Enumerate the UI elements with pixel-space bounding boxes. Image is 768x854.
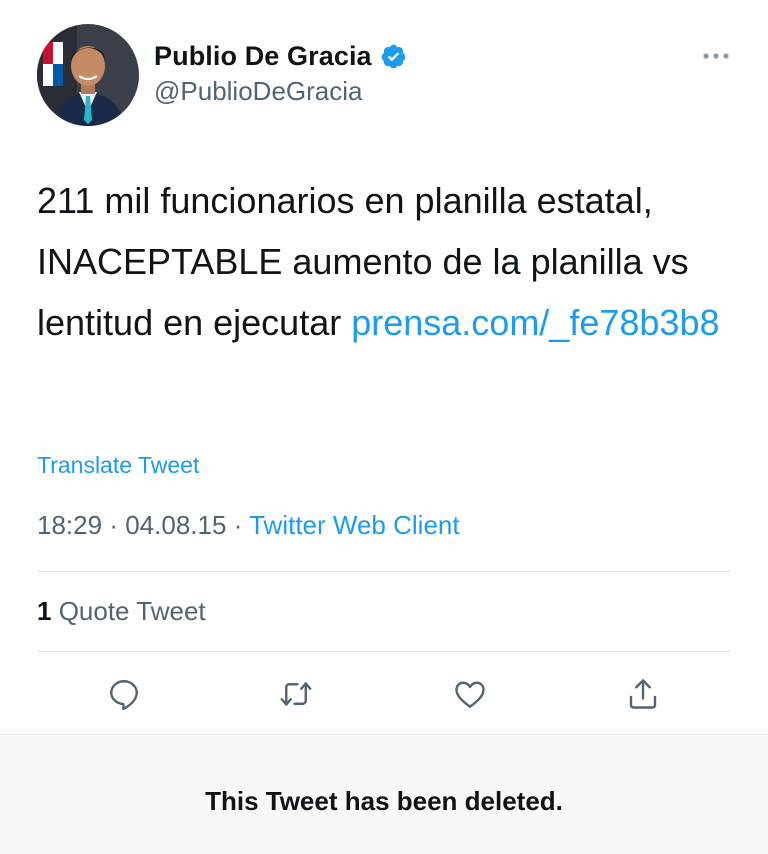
like-icon	[455, 681, 485, 708]
tweet-text: 211 mil funcionarios en planilla estatal…	[37, 170, 737, 353]
tweet-date[interactable]: 04.08.15	[125, 510, 226, 540]
verified-badge-icon	[380, 43, 407, 70]
tweet-source-link[interactable]: Twitter Web Client	[249, 510, 459, 540]
tweet-time[interactable]: 18:29	[37, 510, 102, 540]
author-handle[interactable]: @PublioDeGracia	[154, 76, 362, 107]
meta-separator: ·	[109, 510, 118, 540]
quote-tweets-stat[interactable]: 1 Quote Tweet	[37, 596, 206, 627]
retweet-icon	[280, 682, 312, 706]
avatar-image	[37, 24, 139, 126]
meta-separator: ·	[233, 510, 243, 540]
share-button[interactable]	[623, 674, 663, 714]
share-icon	[629, 679, 657, 709]
tweet-card: Publio De Gracia @PublioDeGracia 211 mil…	[0, 0, 768, 734]
reply-button[interactable]	[104, 674, 144, 714]
like-button[interactable]	[450, 674, 490, 714]
deleted-tweet-text: This Tweet has been deleted.	[205, 786, 563, 816]
tweet-meta: 18:29 · 04.08.15 · Twitter Web Client	[37, 510, 460, 541]
tweet-link[interactable]: prensa.com/_fe78b3b8	[351, 302, 719, 343]
quote-label: Quote Tweet	[51, 596, 206, 626]
avatar[interactable]	[37, 24, 139, 126]
reply-icon	[110, 680, 138, 711]
more-options-button[interactable]	[696, 44, 736, 68]
author-name-row[interactable]: Publio De Gracia	[154, 38, 407, 74]
translate-tweet-link[interactable]: Translate Tweet	[37, 452, 199, 479]
divider	[37, 571, 731, 572]
author-display-name[interactable]: Publio De Gracia	[154, 41, 372, 72]
quote-count: 1	[37, 596, 52, 626]
more-icon	[703, 53, 729, 59]
divider	[37, 651, 731, 652]
retweet-button[interactable]	[276, 674, 316, 714]
